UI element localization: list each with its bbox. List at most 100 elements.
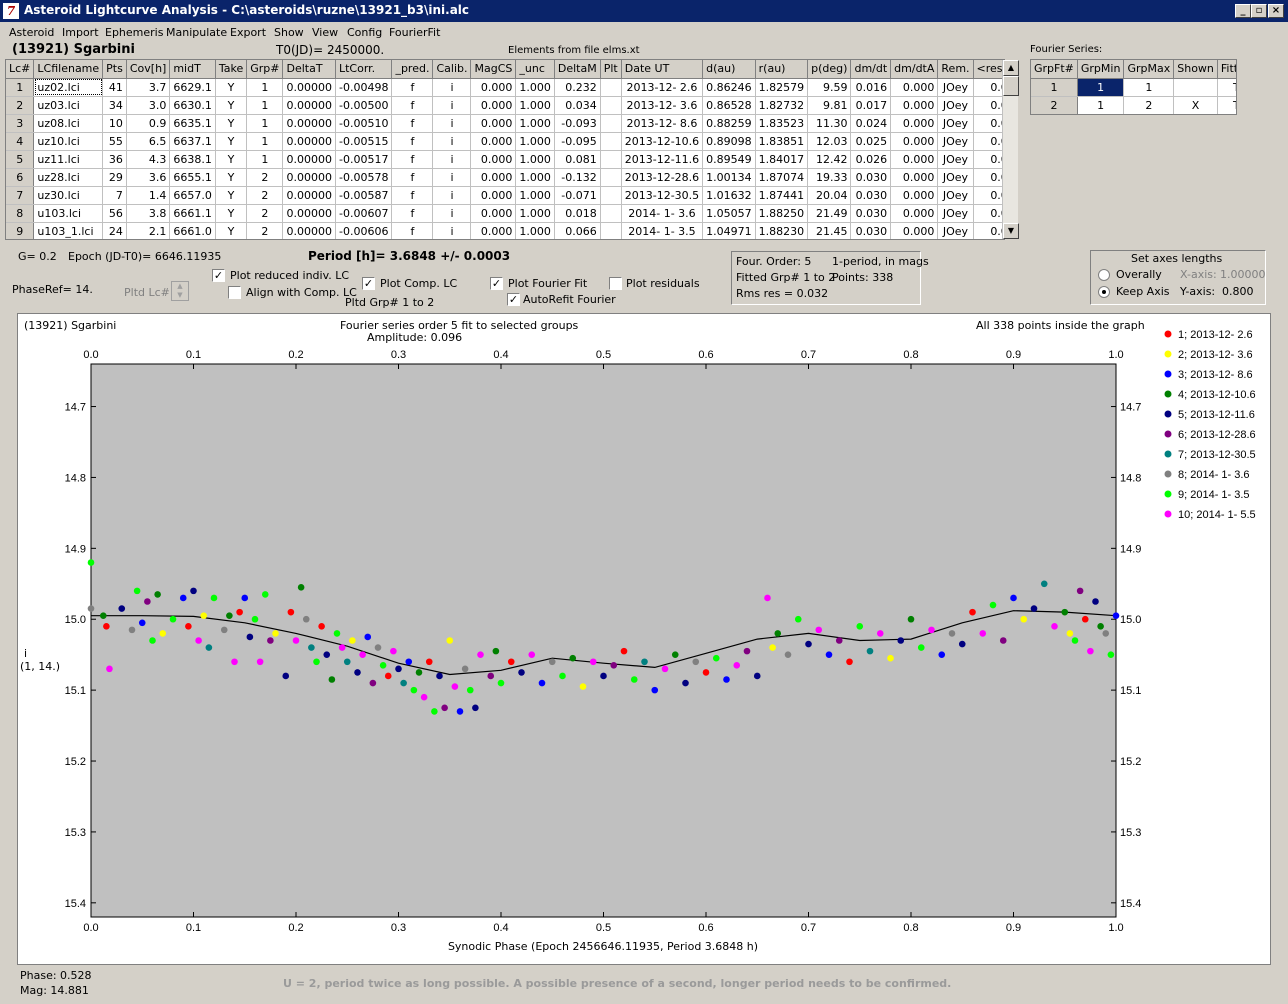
fourier-cell[interactable]: 1 xyxy=(1077,78,1125,97)
table-cell[interactable]: 12.42 xyxy=(807,150,852,169)
table-cell[interactable]: -0.00510 xyxy=(335,114,393,133)
column-header[interactable]: <resid> xyxy=(973,60,1004,79)
table-cell[interactable]: f xyxy=(391,78,434,97)
table-cell[interactable]: JOey xyxy=(937,78,974,97)
table-cell[interactable]: 0.000 xyxy=(470,168,517,187)
table-cell[interactable]: Y xyxy=(215,78,248,97)
table-cell[interactable]: 1.4 xyxy=(126,186,171,205)
plot-fourier-checkbox[interactable]: ✓ xyxy=(490,277,503,290)
table-cell[interactable]: 0.00000 xyxy=(282,132,336,151)
table-cell[interactable] xyxy=(600,204,622,223)
table-cell[interactable]: f xyxy=(391,96,434,115)
table-cell[interactable]: 1.05057 xyxy=(702,204,756,223)
table-cell[interactable]: 1.000 xyxy=(515,96,555,115)
table-cell[interactable]: 0.000 xyxy=(973,150,1004,169)
table-cell[interactable] xyxy=(600,132,622,151)
table-cell[interactable]: 1.88250 xyxy=(755,204,809,223)
column-header[interactable]: Grp# xyxy=(246,60,284,79)
table-cell[interactable]: i xyxy=(432,222,472,239)
column-header[interactable]: p(deg) xyxy=(807,60,852,79)
table-cell[interactable] xyxy=(600,186,622,205)
menu-import[interactable]: Import xyxy=(62,26,99,39)
plot-reduced-checkbox[interactable]: ✓ xyxy=(212,269,225,282)
table-cell[interactable]: -0.095 xyxy=(554,132,601,151)
table-cell[interactable]: 1.04971 xyxy=(702,222,756,239)
table-cell[interactable]: f xyxy=(391,114,434,133)
table-cell[interactable] xyxy=(600,168,622,187)
table-cell[interactable]: 1.87074 xyxy=(755,168,809,187)
menu-view[interactable]: View xyxy=(312,26,338,39)
table-cell[interactable]: f xyxy=(391,132,434,151)
table-cell[interactable]: 0.00000 xyxy=(282,168,336,187)
fourier-cell[interactable]: 2 xyxy=(1031,96,1078,114)
table-cell[interactable]: 1.83851 xyxy=(755,132,809,151)
table-cell[interactable]: u103_1.lci xyxy=(33,222,104,239)
table-cell[interactable]: 0.000 xyxy=(470,204,517,223)
table-cell[interactable]: 0.86246 xyxy=(702,78,756,97)
fourier-cell[interactable]: T xyxy=(1217,78,1236,97)
table-row[interactable]: 4 uz10.lci 55 6.5 6637.1 Y 1 0.00000 -0.00515 f i 0… xyxy=(6,132,1004,151)
table-cell[interactable]: 0.00000 xyxy=(282,150,336,169)
column-header[interactable]: Pts xyxy=(102,60,127,79)
table-cell[interactable]: 3.6 xyxy=(126,168,171,187)
table-cell[interactable]: 55 xyxy=(102,132,127,151)
fourier-row[interactable]: 212XT xyxy=(1031,96,1236,114)
table-cell[interactable]: 3.8 xyxy=(126,204,171,223)
column-header[interactable]: Lc# xyxy=(6,60,35,79)
table-cell[interactable]: 1.000 xyxy=(515,150,555,169)
table-cell[interactable]: 7 xyxy=(102,186,127,205)
table-cell[interactable]: 0.024 xyxy=(850,114,892,133)
table-cell[interactable]: 2014- 1- 3.6 xyxy=(621,204,704,223)
table-cell[interactable]: Y xyxy=(215,96,248,115)
table-cell[interactable]: 41 xyxy=(102,78,127,97)
table-cell[interactable]: 1.000 xyxy=(515,204,555,223)
table-cell[interactable]: 0.000 xyxy=(890,186,939,205)
plot-residuals-checkbox[interactable] xyxy=(609,277,622,290)
table-cell[interactable]: 2014- 1- 3.5 xyxy=(621,222,704,239)
table-cell[interactable]: 1.83523 xyxy=(755,114,809,133)
table-cell[interactable]: 0.000 xyxy=(470,96,517,115)
table-cell[interactable]: uz10.lci xyxy=(33,132,104,151)
fourier-cell[interactable]: 2 xyxy=(1123,96,1175,114)
table-cell[interactable]: 12.03 xyxy=(807,132,852,151)
table-cell[interactable]: -0.00607 xyxy=(335,204,393,223)
table-cell[interactable]: 34 xyxy=(102,96,127,115)
table-cell[interactable]: 21.45 xyxy=(807,222,852,239)
fourier-column-header[interactable]: Fitted xyxy=(1217,60,1236,79)
table-cell[interactable]: -0.00606 xyxy=(335,222,393,239)
table-cell[interactable]: 6630.1 xyxy=(169,96,216,115)
table-cell[interactable]: 0.030 xyxy=(850,168,892,187)
table-cell[interactable]: 0.000 xyxy=(470,114,517,133)
table-cell[interactable]: -0.00515 xyxy=(335,132,393,151)
table-cell[interactable]: 0.000 xyxy=(890,114,939,133)
table-cell[interactable]: 0.000 xyxy=(973,78,1004,97)
table-cell[interactable]: 0.017 xyxy=(850,96,892,115)
table-cell[interactable]: 0.86528 xyxy=(702,96,756,115)
table-cell[interactable]: JOey xyxy=(937,168,974,187)
table-cell[interactable]: 6629.1 xyxy=(169,78,216,97)
table-cell[interactable]: Y xyxy=(215,204,248,223)
table-row[interactable]: 6 uz28.lci 29 3.6 6655.1 Y 2 0.00000 -0.00578 f i 0… xyxy=(6,168,1004,187)
table-cell[interactable]: 0.000 xyxy=(973,222,1004,239)
column-header[interactable]: DeltaM xyxy=(554,60,601,79)
column-header[interactable]: dm/dt xyxy=(850,60,892,79)
table-cell[interactable]: 1 xyxy=(246,150,284,169)
table-cell[interactable]: 0.00000 xyxy=(282,222,336,239)
table-cell[interactable]: i xyxy=(432,150,472,169)
table-cell[interactable]: 0.232 xyxy=(554,78,601,97)
table-cell[interactable]: 1.000 xyxy=(515,186,555,205)
table-cell[interactable]: 6637.1 xyxy=(169,132,216,151)
plot-panel[interactable]: 0.0 0.0 0.1 0.1 0.2 0.2 0.3 0.3 0.4 0.4 0.5 0.5 0.6 0… xyxy=(17,313,1271,965)
table-cell[interactable]: Y xyxy=(215,114,248,133)
table-cell[interactable]: uz02.lci xyxy=(33,78,104,97)
table-cell[interactable]: 1.000 xyxy=(515,168,555,187)
x-axis-value[interactable]: 1.00000 xyxy=(1220,268,1266,281)
table-cell[interactable]: JOey xyxy=(937,96,974,115)
fourier-column-header[interactable]: GrpMin xyxy=(1077,60,1125,79)
column-header[interactable]: DeltaT xyxy=(282,60,336,79)
table-cell[interactable]: 1.000 xyxy=(515,132,555,151)
scroll-up-button[interactable]: ▲ xyxy=(1003,60,1019,76)
table-cell[interactable]: uz08.lci xyxy=(33,114,104,133)
table-row[interactable]: 1 uz02.lci 41 3.7 6629.1 Y 1 0.00000 -0.00498 f i 0… xyxy=(6,78,1004,97)
fourier-series-table[interactable]: GrpFt#GrpMinGrpMaxShownFitted111T212XT xyxy=(1030,59,1237,115)
